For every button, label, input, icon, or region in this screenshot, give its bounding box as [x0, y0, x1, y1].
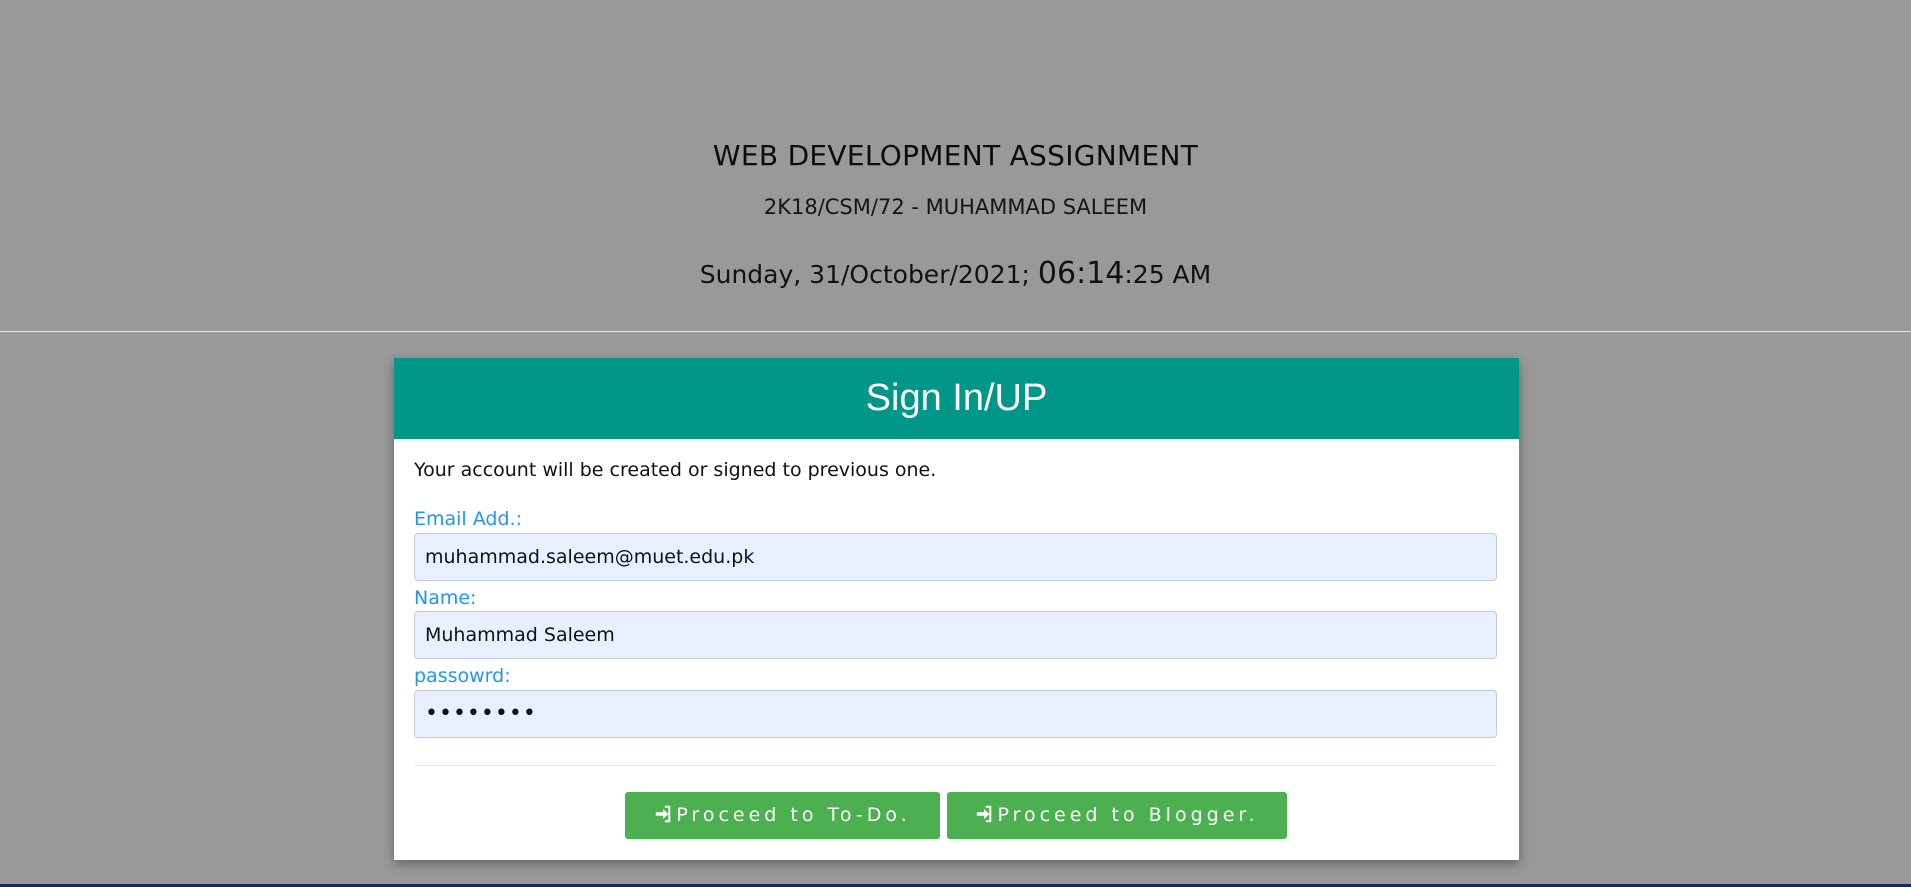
- intro-text: Your account will be created or signed t…: [414, 459, 937, 481]
- proceed-todo-button[interactable]: Proceed to To-Do.: [625, 792, 940, 839]
- name-label: Name:: [414, 587, 477, 609]
- sign-in-icon: [656, 805, 671, 823]
- name-field[interactable]: Muhammad Saleem: [414, 611, 1497, 659]
- card-title: Sign In/UP: [394, 358, 1519, 439]
- datetime-display: Sunday, 31/October/2021; 06:14:25 AM: [0, 256, 1911, 291]
- email-field[interactable]: muhammad.saleem@muet.edu.pk: [414, 533, 1497, 581]
- page-header: WEB DEVELOPMENT ASSIGNMENT 2K18/CSM/72 -…: [0, 0, 1911, 332]
- password-field[interactable]: ••••••••: [414, 690, 1497, 738]
- student-info: 2K18/CSM/72 - MUHAMMAD SALEEM: [763, 195, 1148, 219]
- proceed-blogger-label: Proceed to Blogger.: [997, 804, 1259, 826]
- time-hours-minutes: 06:14: [1037, 256, 1125, 291]
- proceed-todo-label: Proceed to To-Do.: [676, 804, 911, 826]
- date-text: Sunday, 31/October/2021;: [699, 260, 1030, 289]
- time-seconds: :25 AM: [1124, 260, 1212, 289]
- sign-in-icon: [977, 805, 992, 823]
- header-divider: [0, 331, 1911, 332]
- assignment-title: WEB DEVELOPMENT ASSIGNMENT: [712, 139, 1199, 172]
- proceed-blogger-button[interactable]: Proceed to Blogger.: [947, 792, 1287, 839]
- form-divider: [414, 765, 1497, 766]
- sign-in-card: Sign In/UP Your account will be created …: [394, 358, 1519, 860]
- password-label: passowrd:: [414, 665, 511, 687]
- email-label: Email Add.:: [414, 508, 522, 530]
